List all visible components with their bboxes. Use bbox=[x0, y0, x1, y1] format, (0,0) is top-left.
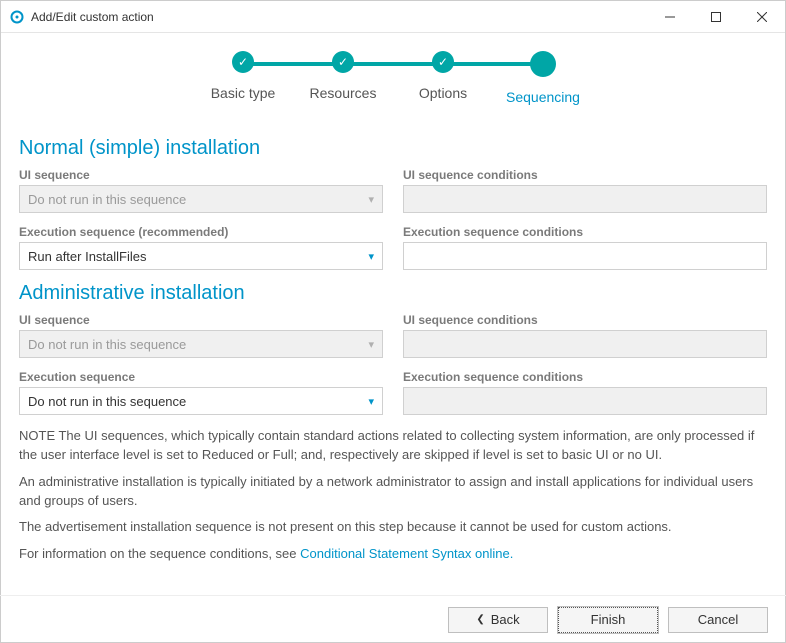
admin-ui-sequence-select[interactable]: Do not run in this sequence ▾ bbox=[19, 330, 383, 358]
ui-sequence-label: UI sequence bbox=[19, 168, 383, 182]
window-controls bbox=[647, 1, 785, 33]
select-value: Do not run in this sequence bbox=[28, 394, 186, 409]
active-step-icon bbox=[530, 51, 556, 77]
app-icon bbox=[9, 9, 25, 25]
admin-exec-sequence-label: Execution sequence bbox=[19, 370, 383, 384]
section-heading-admin: Administrative installation bbox=[19, 282, 767, 305]
select-value: Do not run in this sequence bbox=[28, 192, 186, 207]
button-label: Cancel bbox=[698, 612, 738, 627]
check-icon: ✓ bbox=[332, 51, 354, 73]
note-prefix: For information on the sequence conditio… bbox=[19, 546, 300, 561]
section-heading-normal: Normal (simple) installation bbox=[19, 137, 767, 160]
chevron-left-icon: ❮ bbox=[476, 614, 484, 625]
note-conditions-link: For information on the sequence conditio… bbox=[19, 545, 767, 564]
check-icon: ✓ bbox=[232, 51, 254, 73]
step-basic-type[interactable]: ✓ Basic type bbox=[193, 51, 293, 101]
cancel-button[interactable]: Cancel bbox=[668, 607, 768, 633]
normal-ui-sequence-select[interactable]: Do not run in this sequence ▾ bbox=[19, 185, 383, 213]
button-label: Back bbox=[491, 612, 520, 627]
minimize-button[interactable] bbox=[647, 1, 693, 33]
step-label: Sequencing bbox=[506, 89, 580, 105]
chevron-down-icon: ▾ bbox=[368, 250, 374, 263]
select-value: Run after InstallFiles bbox=[28, 249, 147, 264]
normal-ui-conditions-input[interactable] bbox=[403, 185, 767, 213]
back-button[interactable]: ❮ Back bbox=[448, 607, 548, 633]
check-icon: ✓ bbox=[432, 51, 454, 73]
step-label: Basic type bbox=[211, 85, 276, 101]
admin-exec-conditions-input[interactable] bbox=[403, 387, 767, 415]
ui-conditions-label: UI sequence conditions bbox=[403, 168, 767, 182]
chevron-down-icon: ▾ bbox=[368, 193, 374, 206]
close-button[interactable] bbox=[739, 1, 785, 33]
maximize-button[interactable] bbox=[693, 1, 739, 33]
admin-exec-sequence-select[interactable]: Do not run in this sequence ▾ bbox=[19, 387, 383, 415]
chevron-down-icon: ▾ bbox=[368, 395, 374, 408]
button-label: Finish bbox=[591, 612, 626, 627]
admin-ui-conditions-label: UI sequence conditions bbox=[403, 313, 767, 327]
window-title: Add/Edit custom action bbox=[31, 10, 647, 24]
step-label: Resources bbox=[310, 85, 377, 101]
chevron-down-icon: ▾ bbox=[368, 338, 374, 351]
wizard-stepper: ✓ Basic type ✓ Resources ✓ Options Seque… bbox=[1, 33, 785, 117]
normal-exec-sequence-select[interactable]: Run after InstallFiles ▾ bbox=[19, 242, 383, 270]
note-admin-install: An administrative installation is typica… bbox=[19, 473, 767, 511]
admin-ui-sequence-label: UI sequence bbox=[19, 313, 383, 327]
select-value: Do not run in this sequence bbox=[28, 337, 186, 352]
step-sequencing[interactable]: Sequencing bbox=[493, 51, 593, 105]
step-options[interactable]: ✓ Options bbox=[393, 51, 493, 101]
step-label: Options bbox=[419, 85, 467, 101]
exec-conditions-label: Execution sequence conditions bbox=[403, 225, 767, 239]
titlebar: Add/Edit custom action bbox=[1, 1, 785, 33]
conditional-syntax-link[interactable]: Conditional Statement Syntax online. bbox=[300, 546, 513, 561]
content-area: Normal (simple) installation UI sequence… bbox=[1, 117, 785, 564]
admin-ui-conditions-input[interactable] bbox=[403, 330, 767, 358]
note-advertisement: The advertisement installation sequence … bbox=[19, 518, 767, 537]
footer: ❮ Back Finish Cancel bbox=[0, 595, 786, 643]
finish-button[interactable]: Finish bbox=[558, 607, 658, 633]
step-resources[interactable]: ✓ Resources bbox=[293, 51, 393, 101]
note-ui-sequences: NOTE The UI sequences, which typically c… bbox=[19, 427, 767, 465]
admin-exec-conditions-label: Execution sequence conditions bbox=[403, 370, 767, 384]
normal-exec-conditions-input[interactable] bbox=[403, 242, 767, 270]
exec-sequence-label: Execution sequence (recommended) bbox=[19, 225, 383, 239]
